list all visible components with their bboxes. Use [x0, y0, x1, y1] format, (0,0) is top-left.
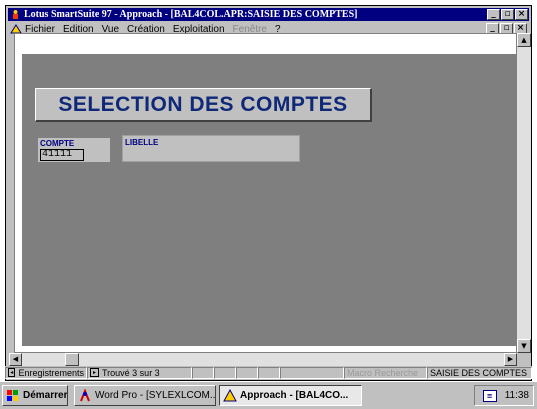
status-records[interactable]: ▸ Trouvé 3 sur 3 [87, 366, 192, 379]
vertical-scrollbar[interactable]: ▲ ▼ [517, 33, 531, 353]
scroll-up-arrow-icon[interactable]: ▲ [517, 33, 531, 47]
scroll-down-arrow-icon[interactable]: ▼ [517, 339, 531, 353]
record-nav-icon: ▸ [90, 368, 99, 377]
smartsuite-icon [10, 9, 21, 20]
status-form-name[interactable]: SAISIE DES COMPTES [427, 366, 532, 379]
libelle-field[interactable]: LIBELLE [122, 135, 300, 162]
status-segment-blank-2 [214, 366, 236, 379]
system-tray: ≡ 11:38 [474, 385, 534, 406]
close-button[interactable]: × [515, 9, 528, 20]
compte-label: COMPTE [40, 139, 75, 148]
status-segment-blank-4 [258, 366, 280, 379]
start-label: Démarrer [23, 390, 68, 401]
horizontal-scrollbar[interactable]: ◀ ▶ [9, 353, 517, 366]
status-record-text: Trouvé 3 sur 3 [102, 367, 160, 378]
form-header-panel: SELECTION DES COMPTES [35, 88, 372, 122]
status-macro[interactable]: Macro Recherche [344, 366, 427, 379]
start-button[interactable]: Démarrer [2, 385, 68, 406]
scroll-corner [517, 353, 531, 366]
status-bar: ◂ Enregistrements ▸ Trouvé 3 sur 3 Macro… [5, 366, 532, 379]
task-approach-label: Approach - [BAL4CO... [240, 390, 349, 401]
scroll-right-arrow-icon[interactable]: ▶ [504, 353, 517, 366]
windows-logo-icon [6, 389, 20, 403]
status-segment-blank-1 [192, 366, 214, 379]
mode-icon: ◂ [8, 368, 16, 377]
title-bar[interactable]: Lotus SmartSuite 97 - Approach - [BAL4CO… [8, 8, 529, 21]
status-mode-text: Enregistrements [18, 367, 84, 378]
scroll-left-arrow-icon[interactable]: ◀ [9, 353, 22, 366]
maximize-button[interactable]: ▫ [501, 9, 514, 20]
minimize-button[interactable]: _ [487, 9, 500, 20]
task-word-pro[interactable]: Word Pro - [SYLEXLCOM... [74, 385, 216, 406]
form-title: SELECTION DES COMPTES [58, 92, 348, 116]
compte-field-box: COMPTE 41111 [38, 138, 110, 162]
approach-icon [223, 388, 237, 403]
taskbar: Démarrer Word Pro - [SYLEXLCOM... Approa… [0, 381, 537, 409]
task-word-pro-label: Word Pro - [SYLEXLCOM... [95, 390, 216, 401]
word-pro-icon [78, 387, 92, 403]
status-segment-blank-5 [280, 366, 344, 379]
task-approach[interactable]: Approach - [BAL4CO... [219, 385, 362, 406]
tray-app-icon[interactable]: ≡ [482, 389, 497, 402]
window-title: Lotus SmartSuite 97 - Approach - [BAL4CO… [24, 9, 358, 20]
compte-input[interactable]: 41111 [40, 149, 84, 161]
horizontal-scroll-thumb[interactable] [65, 353, 79, 366]
clock[interactable]: 11:38 [505, 390, 529, 401]
libelle-label: LIBELLE [125, 138, 159, 147]
status-segment-blank-3 [236, 366, 258, 379]
status-mode[interactable]: ◂ Enregistrements [5, 366, 87, 379]
